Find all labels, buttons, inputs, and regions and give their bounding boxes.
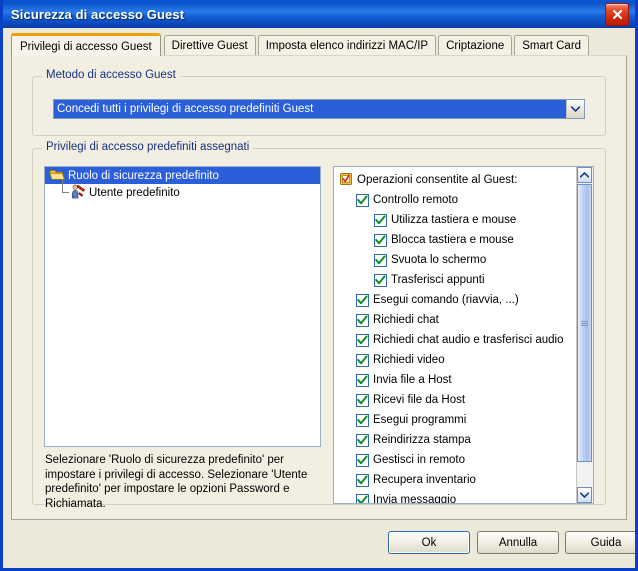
chevron-down-icon[interactable] — [566, 100, 584, 118]
list-item-ricevi-file-host[interactable]: Ricevi file da Host — [334, 390, 576, 410]
list-item-label: Operazioni consentite al Guest: — [357, 174, 518, 186]
list-item-recupera-inventario[interactable]: Recupera inventario — [334, 470, 576, 490]
client-area: Privilegi di accesso Guest Direttive Gue… — [3, 28, 635, 568]
grip-icon — [581, 320, 588, 327]
list-item-label: Blocca tastiera e mouse — [391, 234, 514, 246]
metodo-accesso-value: Concedi tutti i privilegi di accesso pre… — [54, 100, 566, 118]
scrollbar-thumb[interactable] — [577, 184, 592, 462]
cancel-button-label: Annulla — [498, 536, 538, 549]
list-item-label: Utilizza tastiera e mouse — [391, 214, 517, 226]
list-item-trasferisci-appunti[interactable]: Trasferisci appunti — [334, 270, 576, 290]
list-item-blocca-tastiera-mouse[interactable]: Blocca tastiera e mouse — [334, 230, 576, 250]
list-item-richiedi-video[interactable]: Richiedi video — [334, 350, 576, 370]
list-item-esegui-comando[interactable]: Esegui comando (riavvia, ...) — [334, 290, 576, 310]
tab-criptazione[interactable]: Criptazione — [438, 35, 513, 56]
tab-label: Privilegi di accesso Guest — [20, 41, 152, 53]
dialog-window: Sicurezza di accesso Guest Privilegi di … — [0, 0, 638, 571]
checklist-icon — [339, 172, 353, 189]
list-item-label: Ricevi file da Host — [373, 394, 466, 406]
chevron-down-icon[interactable] — [577, 487, 592, 503]
checkbox-checked-icon[interactable] — [374, 213, 387, 227]
checkbox-checked-icon[interactable] — [356, 393, 369, 407]
checkbox-checked-icon[interactable] — [356, 413, 369, 427]
checkbox-checked-icon[interactable] — [374, 233, 387, 247]
cancel-button[interactable]: Annulla — [477, 531, 559, 554]
permissions-list-body: Operazioni consentite al Guest: Controll… — [334, 167, 576, 503]
list-item-invia-file-host[interactable]: Invia file a Host — [334, 370, 576, 390]
tab-label: Imposta elenco indirizzi MAC/IP — [265, 40, 429, 52]
checkbox-checked-icon[interactable] — [374, 273, 387, 287]
title-bar: Sicurezza di accesso Guest — [3, 0, 635, 28]
dialog-footer: Ok Annulla Guida — [3, 520, 635, 568]
tree-item-ruolo-sicurezza[interactable]: Ruolo di sicurezza predefinito — [45, 167, 320, 184]
list-item-invia-messaggio[interactable]: Invia messaggio — [334, 490, 576, 503]
help-button-label: Guida — [590, 536, 622, 549]
list-item-utilizza-tastiera-mouse[interactable]: Utilizza tastiera e mouse — [334, 210, 576, 230]
list-item-label: Esegui programmi — [373, 414, 467, 426]
list-item-label: Esegui comando (riavvia, ...) — [373, 294, 519, 306]
tab-page: Metodo di accesso Guest Concedi tutti i … — [11, 55, 627, 520]
window-title: Sicurezza di accesso Guest — [11, 6, 185, 22]
security-role-tree[interactable]: Ruolo di sicurezza predefinito Utente pr… — [44, 166, 321, 447]
tab-label: Direttive Guest — [171, 40, 248, 52]
checkbox-checked-icon[interactable] — [356, 293, 369, 307]
tab-label: Criptazione — [446, 40, 505, 52]
list-item-label: Svuota lo schermo — [391, 254, 487, 266]
checkbox-checked-icon[interactable] — [356, 313, 369, 327]
list-item-richiedi-chat-audio[interactable]: Richiedi chat audio e trasferisci audio — [334, 330, 576, 350]
checkbox-checked-icon[interactable] — [356, 473, 369, 487]
list-item-label: Trasferisci appunti — [391, 274, 485, 286]
list-item-label: Richiedi chat audio e trasferisci audio — [373, 334, 564, 346]
checkbox-checked-icon[interactable] — [356, 453, 369, 467]
checkbox-checked-icon[interactable] — [356, 373, 369, 387]
tab-smart-card[interactable]: Smart Card — [514, 35, 590, 56]
list-item-label: Richiedi chat — [373, 314, 439, 326]
ok-button[interactable]: Ok — [388, 531, 470, 554]
group-label-privilegi: Privilegi di accesso predefiniti assegna… — [42, 141, 254, 153]
checkbox-checked-icon[interactable] — [356, 333, 369, 347]
list-item-richiedi-chat[interactable]: Richiedi chat — [334, 310, 576, 330]
group-privilegi-assegnati: Privilegi di accesso predefiniti assegna… — [32, 141, 606, 510]
metodo-accesso-select[interactable]: Concedi tutti i privilegi di accesso pre… — [53, 99, 585, 119]
list-header-operazioni: Operazioni consentite al Guest: — [334, 170, 576, 190]
tree-help-text: Selezionare 'Ruolo di sicurezza predefin… — [45, 454, 308, 510]
ok-button-label: Ok — [421, 536, 437, 549]
tree-item-utente-predefinito[interactable]: Utente predefinito — [45, 180, 320, 202]
list-item-label: Invia file a Host — [373, 374, 452, 386]
permissions-list: Operazioni consentite al Guest: Controll… — [333, 166, 594, 504]
tab-privilegi-accesso-guest[interactable]: Privilegi di accesso Guest — [11, 33, 161, 56]
list-item-controllo-remoto[interactable]: Controllo remoto — [334, 190, 576, 210]
list-item-reindirizza-stampa[interactable]: Reindirizza stampa — [334, 430, 576, 450]
checkbox-checked-icon[interactable] — [356, 493, 369, 503]
group-label-metodo: Metodo di accesso Guest — [42, 69, 180, 81]
checkbox-checked-icon[interactable] — [374, 253, 387, 267]
chevron-up-icon[interactable] — [577, 167, 592, 183]
list-item-label: Recupera inventario — [373, 474, 476, 486]
list-item-label: Richiedi video — [373, 354, 445, 366]
list-item-label: Reindirizza stampa — [373, 434, 471, 446]
list-item-label: Invia messaggio — [373, 494, 457, 503]
tab-direttive-guest[interactable]: Direttive Guest — [163, 35, 256, 56]
help-button[interactable]: Guida — [565, 531, 635, 554]
tree-item-label: Utente predefinito — [89, 186, 180, 199]
list-item-gestisci-in-remoto[interactable]: Gestisci in remoto — [334, 450, 576, 470]
list-item-svuota-schermo[interactable]: Svuota lo schermo — [334, 250, 576, 270]
permissions-list-scrollbar[interactable] — [576, 167, 593, 503]
tab-imposta-elenco-indirizzi[interactable]: Imposta elenco indirizzi MAC/IP — [257, 35, 437, 56]
checkbox-checked-icon[interactable] — [356, 433, 369, 447]
list-item-label: Controllo remoto — [373, 194, 459, 206]
list-item-esegui-programmi[interactable]: Esegui programmi — [334, 410, 576, 430]
checkbox-checked-icon[interactable] — [356, 353, 369, 367]
tab-label: Smart Card — [522, 40, 582, 52]
tree-connector — [59, 180, 70, 201]
group-metodo-accesso: Metodo di accesso Guest Concedi tutti i … — [32, 69, 606, 136]
checkbox-checked-icon[interactable] — [356, 193, 369, 207]
close-icon — [612, 9, 623, 20]
tab-strip: Privilegi di accesso Guest Direttive Gue… — [11, 33, 627, 56]
user-icon — [70, 184, 86, 202]
list-item-label: Gestisci in remoto — [373, 454, 466, 466]
close-button[interactable] — [605, 2, 629, 26]
tree-item-label: Ruolo di sicurezza predefinito — [68, 169, 219, 182]
